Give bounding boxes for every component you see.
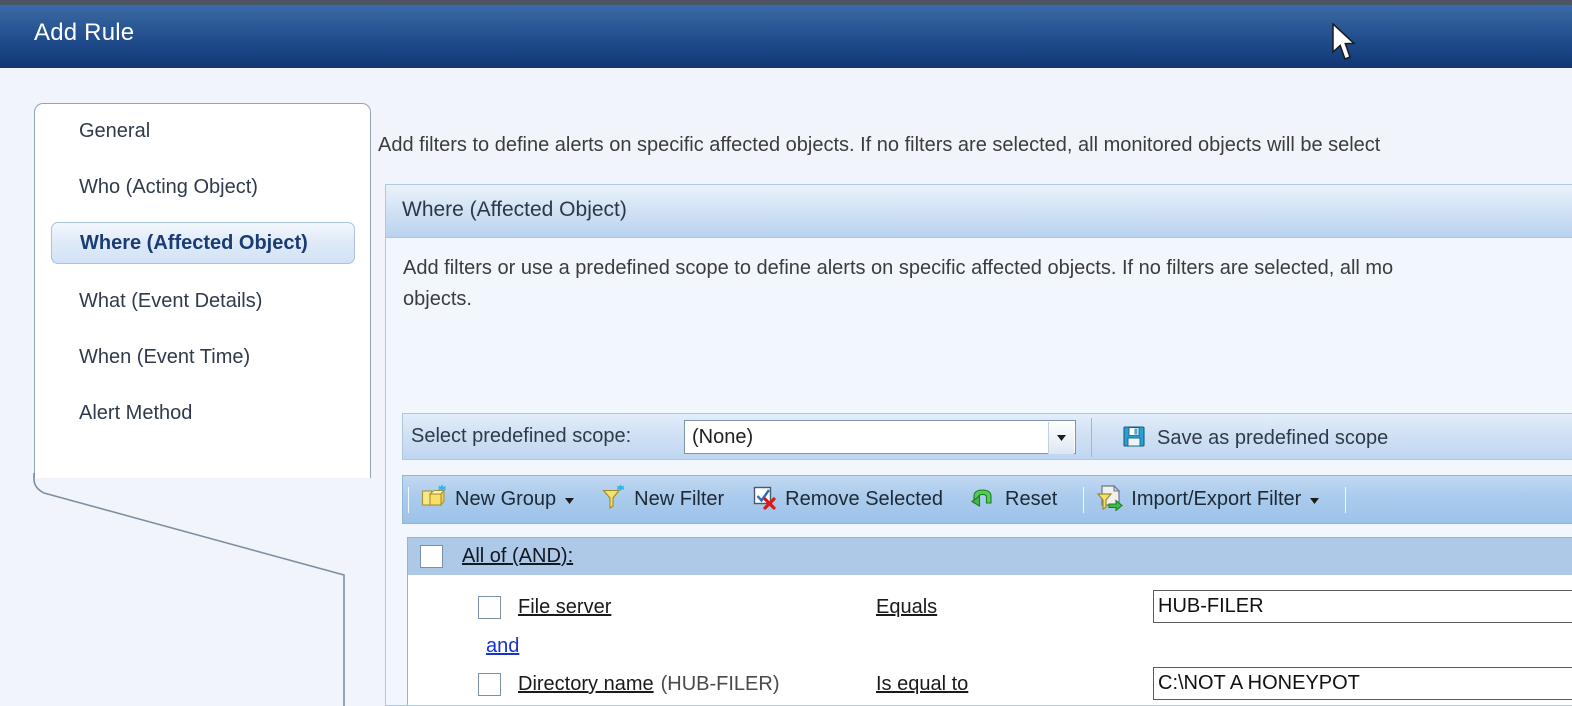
sidebar-slant-divider <box>33 473 345 706</box>
toolbar-divider <box>408 486 409 513</box>
remove-selected-button[interactable]: Remove Selected <box>745 480 950 520</box>
filter-condition-value-input[interactable]: C:\NOT A HONEYPOT <box>1153 667 1572 700</box>
panel-header: Where (Affected Object) <box>386 185 1572 238</box>
filter-condition-attribute[interactable]: Directory name (HUB-FILER) <box>518 673 780 696</box>
sidebar-item-label: General <box>79 119 151 142</box>
green-undo-arrow-icon <box>971 486 998 513</box>
filter-join-operator-and[interactable]: and <box>486 635 519 658</box>
remove-selected-label: Remove Selected <box>785 488 944 510</box>
predefined-scope-label: Select predefined scope: <box>411 425 632 447</box>
reset-button[interactable]: Reset <box>964 480 1064 520</box>
toolbar-divider <box>1083 486 1085 513</box>
titlebar-top-strip <box>0 0 1572 5</box>
sidebar-item-label: What (Event Details) <box>79 289 263 312</box>
sidebar-item-who[interactable]: Who (Acting Object) <box>51 166 355 208</box>
filter-condition-attribute-name[interactable]: Directory name <box>518 673 654 695</box>
new-group-label: New Group <box>455 488 557 510</box>
filter-tree: All of (AND): File server Equals HUB-FIL… <box>407 537 1572 705</box>
filter-group-row[interactable]: All of (AND): <box>408 538 1572 575</box>
sidebar-item-label: Alert Method <box>79 401 193 424</box>
panel-description-line2: objects. <box>403 288 472 310</box>
predefined-scope-value: (None) <box>692 425 754 448</box>
dialog-title: Add Rule <box>34 19 135 46</box>
where-affected-object-panel: Where (Affected Object) Add filters or u… <box>385 184 1572 706</box>
sidebar-item-label: When (Event Time) <box>79 345 251 368</box>
panel-title: Where (Affected Object) <box>402 198 627 221</box>
filter-condition-attribute-name[interactable]: File server <box>518 596 611 618</box>
predefined-scope-select[interactable]: (None) <box>684 420 1076 454</box>
sidebar-nav-panel: General Who (Acting Object) Where (Affec… <box>34 103 371 478</box>
checkbox-red-x-icon <box>752 484 778 515</box>
document-funnel-arrow-icon <box>1096 484 1124 516</box>
filter-condition-attribute[interactable]: File server <box>518 596 611 619</box>
filter-group-checkbox[interactable] <box>420 545 443 568</box>
dialog-titlebar: Add Rule <box>0 0 1572 68</box>
sidebar-item-label: Where (Affected Object) <box>80 231 308 254</box>
new-group-caret-icon[interactable] <box>565 491 575 509</box>
filter-condition-row: File server Equals HUB-FILER <box>408 588 1572 628</box>
save-as-predefined-scope-button[interactable]: Save as predefined scope <box>1121 422 1388 454</box>
save-as-predefined-scope-label: Save as predefined scope <box>1157 426 1389 449</box>
toolbar-separator <box>1091 418 1092 457</box>
filter-condition-row: Directory name (HUB-FILER) Is equal to C:… <box>408 665 1572 705</box>
sidebar-item-when[interactable]: When (Event Time) <box>51 336 355 378</box>
import-export-filter-label: Import/Export Filter <box>1131 488 1302 510</box>
filter-condition-attribute-qualifier: (HUB-FILER) <box>660 673 780 695</box>
new-group-boxes-icon <box>421 484 448 515</box>
page-description: Add filters to define alerts on specific… <box>378 134 1381 156</box>
new-group-button[interactable]: New Group <box>414 480 581 520</box>
floppy-disk-save-icon <box>1121 423 1147 454</box>
sidebar-item-alert-method[interactable]: Alert Method <box>51 392 355 434</box>
filter-group-label[interactable]: All of (AND): <box>462 545 573 568</box>
dialog-body: General Who (Acting Object) Where (Affec… <box>0 68 1572 706</box>
funnel-new-icon <box>602 484 627 515</box>
filter-condition-value-text: C:\NOT A HONEYPOT <box>1158 672 1360 694</box>
sidebar-item-where[interactable]: Where (Affected Object) <box>51 222 355 264</box>
import-export-caret-icon[interactable] <box>1310 491 1320 509</box>
panel-description-line1: Add filters or use a predefined scope to… <box>403 257 1394 279</box>
filter-toolbar: New Group New Filter Remove Selected Res… <box>402 475 1572 524</box>
sidebar-item-label: Who (Acting Object) <box>79 175 258 198</box>
toolbar-divider <box>1345 486 1347 513</box>
new-filter-button[interactable]: New Filter <box>595 480 731 520</box>
add-rule-dialog: Add Rule General Who (Acting Object) Whe… <box>0 0 1572 706</box>
filter-condition-value-input[interactable]: HUB-FILER <box>1153 590 1572 623</box>
sidebar-item-general[interactable]: General <box>51 110 355 152</box>
new-filter-label: New Filter <box>634 488 725 510</box>
filter-condition-operator[interactable]: Equals <box>876 596 937 619</box>
filter-condition-checkbox[interactable] <box>478 673 501 696</box>
reset-label: Reset <box>1005 488 1058 510</box>
predefined-scope-bar: Select predefined scope: (None) Save as … <box>402 413 1572 460</box>
chevron-down-icon[interactable] <box>1048 422 1074 454</box>
panel-description: Add filters or use a predefined scope to… <box>403 253 1572 315</box>
import-export-filter-button[interactable]: Import/Export Filter <box>1089 480 1326 520</box>
filter-condition-operator[interactable]: Is equal to <box>876 673 968 696</box>
filter-condition-checkbox[interactable] <box>478 596 501 619</box>
sidebar-item-what[interactable]: What (Event Details) <box>51 280 355 322</box>
filter-condition-value-text: HUB-FILER <box>1158 595 1264 617</box>
